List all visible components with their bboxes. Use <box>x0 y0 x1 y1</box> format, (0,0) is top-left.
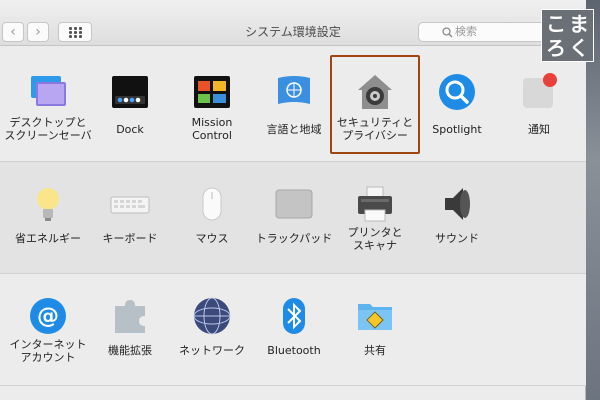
mission-control-icon <box>194 76 230 108</box>
pref-label: マウス <box>195 232 229 245</box>
hardware-section: 省エネルギー キーボード マウス トラックパッド プリンタと スキャナ サウンド <box>0 162 586 274</box>
magnifier-icon <box>439 74 475 110</box>
internet-section: @ インターネット アカウント 機能拡張 ネットワーク Bluetooth 共有 <box>0 274 586 386</box>
keyboard-icon <box>110 196 150 214</box>
search-placeholder: 検索 <box>455 25 477 38</box>
search-icon <box>442 27 453 38</box>
notifications-icon <box>523 73 557 108</box>
logo-char: ろ <box>546 36 566 60</box>
personal-section: デスクトップと スクリーンセーバ Dock Mission Control 言語… <box>0 46 586 162</box>
pref-label: ネットワーク <box>179 344 245 357</box>
pref-label: Mission Control <box>191 116 233 142</box>
lightbulb-icon <box>37 188 59 221</box>
pref-label: 機能拡張 <box>108 344 152 357</box>
bluetooth-icon <box>283 298 305 334</box>
pref-label: デスクトップと スクリーンセーバ <box>4 116 92 142</box>
site-logo: こ ま ろ く <box>541 9 594 62</box>
sharing-folder-icon <box>358 304 392 330</box>
pref-label: Dock <box>116 123 144 136</box>
desktop-screensaver-icon <box>31 76 66 106</box>
logo-char: ま <box>569 12 589 36</box>
pref-label: Spotlight <box>432 123 482 136</box>
speaker-icon <box>445 188 470 220</box>
logo-char: こ <box>546 12 566 36</box>
svg-text:@: @ <box>37 304 59 329</box>
pref-label: 共有 <box>364 344 386 357</box>
pref-label: トラックパッド <box>255 232 333 245</box>
puzzle-piece-icon <box>115 300 145 333</box>
pref-label: サウンド <box>435 232 479 245</box>
toolbar: ‹ › システム環境設定 検索 <box>0 0 586 46</box>
un-flag-icon <box>278 76 310 104</box>
pref-label: 言語と地域 <box>266 123 322 136</box>
pref-label: Bluetooth <box>267 344 321 357</box>
system-preferences-window: ‹ › システム環境設定 検索 デスクトップと スクリーンセーバ Dock Mi… <box>0 0 586 400</box>
pref-label: キーボード <box>102 232 158 245</box>
logo-char: く <box>569 36 589 60</box>
dock-icon <box>112 76 148 108</box>
trackpad-icon <box>275 189 313 219</box>
selection-highlight <box>330 55 420 154</box>
mouse-icon <box>202 187 222 221</box>
pref-label: プリンタと スキャナ <box>347 226 403 252</box>
printer-icon <box>358 186 392 222</box>
pref-label: 通知 <box>528 123 550 136</box>
network-globe-icon <box>193 297 231 335</box>
pref-label: 省エネルギー <box>15 232 81 245</box>
pref-label: インターネット アカウント <box>9 338 87 364</box>
at-sign-icon: @ <box>30 298 66 334</box>
